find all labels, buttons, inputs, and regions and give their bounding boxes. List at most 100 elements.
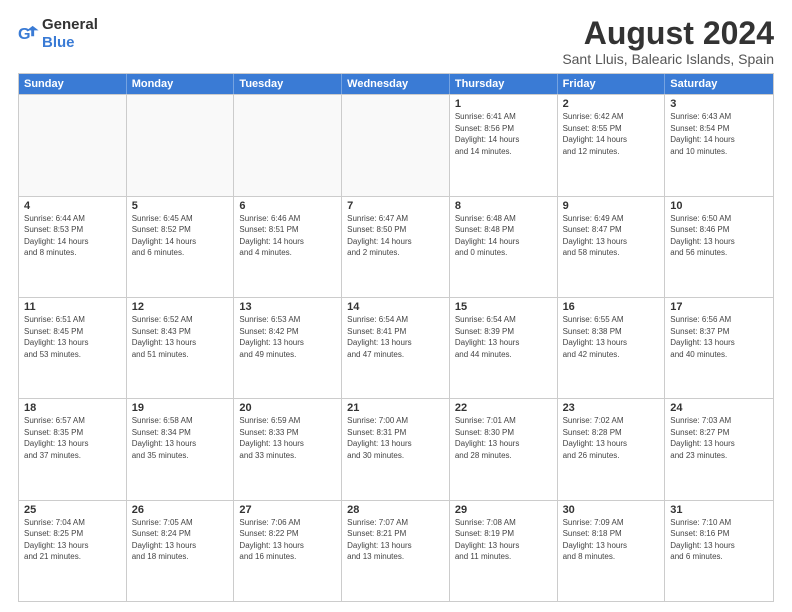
day-number: 20 (239, 402, 336, 414)
day-number: 11 (24, 301, 121, 313)
cell-text: Sunrise: 6:49 AM Sunset: 8:47 PM Dayligh… (563, 214, 627, 258)
cell-text: Sunrise: 6:52 AM Sunset: 8:43 PM Dayligh… (132, 315, 196, 359)
cal-row-4: 25 Sunrise: 7:04 AM Sunset: 8:25 PM Dayli… (19, 500, 773, 601)
dow-saturday: Saturday (665, 74, 773, 94)
day-number: 13 (239, 301, 336, 313)
cal-cell: 15Sunrise: 6:54 AM Sunset: 8:39 PM Dayli… (450, 298, 558, 398)
month-year: August 2024 (562, 16, 774, 51)
cal-cell: 5 Sunrise: 6:45 AM Sunset: 8:52 PM Daylig… (127, 197, 235, 297)
cell-text: Sunrise: 7:04 AM Sunset: 8:25 PM Dayligh… (24, 518, 88, 562)
cal-cell (19, 95, 127, 195)
cal-cell: 7Sunrise: 6:47 AM Sunset: 8:50 PM Daylig… (342, 197, 450, 297)
cal-row-3: 18 Sunrise: 6:57 AM Sunset: 8:35 PM Dayli… (19, 398, 773, 499)
cal-row-1: 4Sunrise: 6:44 AM Sunset: 8:53 PM Daylig… (19, 196, 773, 297)
day-number: 17 (670, 301, 768, 313)
cell-text: Sunrise: 6:48 AM Sunset: 8:48 PM Dayligh… (455, 214, 519, 258)
logo: G General Blue (18, 16, 98, 52)
cal-cell: 11Sunrise: 6:51 AM Sunset: 8:45 PM Dayli… (19, 298, 127, 398)
cell-text: Sunrise: 6:50 AM Sunset: 8:46 PM Dayligh… (670, 214, 734, 258)
cal-cell: 19 Sunrise: 6:58 AM Sunset: 8:34 PM Dayli… (127, 399, 235, 499)
cal-cell: 20 Sunrise: 6:59 AM Sunset: 8:33 PM Dayli… (234, 399, 342, 499)
day-number: 6 (239, 200, 336, 212)
day-number: 1 (455, 98, 552, 110)
cal-cell: 21 Sunrise: 7:00 AM Sunset: 8:31 PM Dayli… (342, 399, 450, 499)
cell-text: Sunrise: 6:58 AM Sunset: 8:34 PM Dayligh… (132, 416, 196, 460)
cell-text: Sunrise: 7:05 AM Sunset: 8:24 PM Dayligh… (132, 518, 196, 562)
calendar-body: 1 Sunrise: 6:41 AM Sunset: 8:56 PM Daylig… (19, 94, 773, 601)
day-number: 22 (455, 402, 552, 414)
cell-text: Sunrise: 6:54 AM Sunset: 8:41 PM Dayligh… (347, 315, 411, 359)
day-number: 10 (670, 200, 768, 212)
day-number: 25 (24, 504, 121, 516)
cal-cell: 27Sunrise: 7:06 AM Sunset: 8:22 PM Dayli… (234, 501, 342, 601)
dow-monday: Monday (127, 74, 235, 94)
cal-cell: 22 Sunrise: 7:01 AM Sunset: 8:30 PM Dayli… (450, 399, 558, 499)
cal-cell: 2Sunrise: 6:42 AM Sunset: 8:55 PM Daylig… (558, 95, 666, 195)
day-number: 21 (347, 402, 444, 414)
day-number: 12 (132, 301, 229, 313)
cell-text: Sunrise: 7:06 AM Sunset: 8:22 PM Dayligh… (239, 518, 303, 562)
day-number: 28 (347, 504, 444, 516)
cal-cell (127, 95, 235, 195)
cell-text: Sunrise: 6:47 AM Sunset: 8:50 PM Dayligh… (347, 214, 411, 258)
title-block: August 2024 Sant Lluis, Balearic Islands… (562, 16, 774, 67)
cal-cell: 4Sunrise: 6:44 AM Sunset: 8:53 PM Daylig… (19, 197, 127, 297)
svg-text:G: G (18, 25, 31, 43)
cal-cell (342, 95, 450, 195)
cal-cell: 31Sunrise: 7:10 AM Sunset: 8:16 PM Dayli… (665, 501, 773, 601)
cell-text: Sunrise: 6:56 AM Sunset: 8:37 PM Dayligh… (670, 315, 734, 359)
cell-text: Sunrise: 7:01 AM Sunset: 8:30 PM Dayligh… (455, 416, 519, 460)
cal-cell: 3 Sunrise: 6:43 AM Sunset: 8:54 PM Daylig… (665, 95, 773, 195)
day-number: 5 (132, 200, 229, 212)
day-number: 30 (563, 504, 660, 516)
day-number: 8 (455, 200, 552, 212)
cell-text: Sunrise: 7:10 AM Sunset: 8:16 PM Dayligh… (670, 518, 734, 562)
day-number: 24 (670, 402, 768, 414)
cal-row-0: 1 Sunrise: 6:41 AM Sunset: 8:56 PM Daylig… (19, 94, 773, 195)
day-number: 29 (455, 504, 552, 516)
calendar: Sunday Monday Tuesday Wednesday Thursday… (18, 73, 774, 602)
cal-cell: 12 Sunrise: 6:52 AM Sunset: 8:43 PM Dayli… (127, 298, 235, 398)
day-number: 23 (563, 402, 660, 414)
day-number: 26 (132, 504, 229, 516)
logo-icon: G (18, 23, 40, 45)
day-number: 9 (563, 200, 660, 212)
day-number: 16 (563, 301, 660, 313)
cell-text: Sunrise: 7:09 AM Sunset: 8:18 PM Dayligh… (563, 518, 627, 562)
cell-text: Sunrise: 6:57 AM Sunset: 8:35 PM Dayligh… (24, 416, 88, 460)
cal-cell: 14Sunrise: 6:54 AM Sunset: 8:41 PM Dayli… (342, 298, 450, 398)
cal-cell: 26 Sunrise: 7:05 AM Sunset: 8:24 PM Dayli… (127, 501, 235, 601)
cell-text: Sunrise: 7:02 AM Sunset: 8:28 PM Dayligh… (563, 416, 627, 460)
header: G General Blue August 2024 Sant Lluis, B… (18, 16, 774, 67)
cell-text: Sunrise: 6:53 AM Sunset: 8:42 PM Dayligh… (239, 315, 303, 359)
cell-text: Sunrise: 6:46 AM Sunset: 8:51 PM Dayligh… (239, 214, 303, 258)
cell-text: Sunrise: 7:00 AM Sunset: 8:31 PM Dayligh… (347, 416, 411, 460)
cal-cell: 29 Sunrise: 7:08 AM Sunset: 8:19 PM Dayli… (450, 501, 558, 601)
cal-row-2: 11Sunrise: 6:51 AM Sunset: 8:45 PM Dayli… (19, 297, 773, 398)
day-number: 18 (24, 402, 121, 414)
page: G General Blue August 2024 Sant Lluis, B… (0, 0, 792, 612)
day-number: 3 (670, 98, 768, 110)
cell-text: Sunrise: 6:42 AM Sunset: 8:55 PM Dayligh… (563, 112, 627, 156)
cell-text: Sunrise: 7:08 AM Sunset: 8:19 PM Dayligh… (455, 518, 519, 562)
cell-text: Sunrise: 6:45 AM Sunset: 8:52 PM Dayligh… (132, 214, 196, 258)
cal-cell: 25 Sunrise: 7:04 AM Sunset: 8:25 PM Dayli… (19, 501, 127, 601)
cell-text: Sunrise: 7:03 AM Sunset: 8:27 PM Dayligh… (670, 416, 734, 460)
cal-cell: 16Sunrise: 6:55 AM Sunset: 8:38 PM Dayli… (558, 298, 666, 398)
cell-text: Sunrise: 6:59 AM Sunset: 8:33 PM Dayligh… (239, 416, 303, 460)
cell-text: Sunrise: 6:43 AM Sunset: 8:54 PM Dayligh… (670, 112, 734, 156)
calendar-header: Sunday Monday Tuesday Wednesday Thursday… (19, 74, 773, 94)
logo-text-blue: Blue (42, 34, 75, 51)
cal-cell: 30 Sunrise: 7:09 AM Sunset: 8:18 PM Dayli… (558, 501, 666, 601)
logo-text-general: General (42, 16, 98, 33)
dow-tuesday: Tuesday (234, 74, 342, 94)
dow-sunday: Sunday (19, 74, 127, 94)
dow-thursday: Thursday (450, 74, 558, 94)
cal-cell: 17 Sunrise: 6:56 AM Sunset: 8:37 PM Dayli… (665, 298, 773, 398)
cell-text: Sunrise: 6:54 AM Sunset: 8:39 PM Dayligh… (455, 315, 519, 359)
cell-text: Sunrise: 6:41 AM Sunset: 8:56 PM Dayligh… (455, 112, 519, 156)
cal-cell: 9 Sunrise: 6:49 AM Sunset: 8:47 PM Daylig… (558, 197, 666, 297)
day-number: 19 (132, 402, 229, 414)
cal-cell (234, 95, 342, 195)
cal-cell: 28Sunrise: 7:07 AM Sunset: 8:21 PM Dayli… (342, 501, 450, 601)
